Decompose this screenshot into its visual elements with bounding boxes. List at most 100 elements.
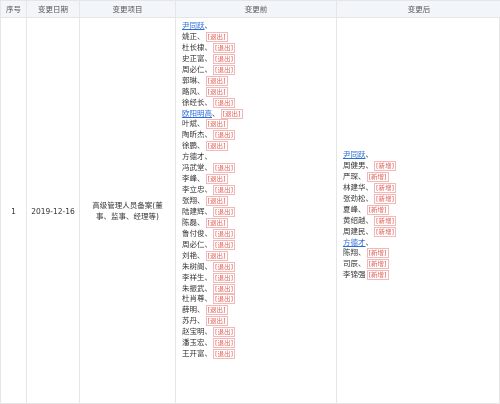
status-badge: [退出] (205, 196, 228, 206)
separator: 、 (204, 42, 213, 52)
person-name: 周必仁 (182, 239, 205, 249)
person-row: 周建民、 [新增] (343, 226, 397, 238)
person-name: 李锦强 (343, 270, 366, 280)
person-name: 徐鹏 (182, 141, 197, 151)
separator: 、 (204, 283, 213, 293)
person-link[interactable]: 尹同跃 (343, 150, 366, 159)
separator: 、 (197, 250, 205, 260)
header-item: 变更项目 (80, 1, 176, 18)
status-badge: [新增] (366, 248, 389, 259)
status-badge: [退出] (213, 53, 236, 64)
status-badge: [退出] (205, 174, 228, 185)
status-badge: [退出] (213, 42, 236, 53)
person-name: 林建华 (343, 182, 366, 192)
row-index: 1 (1, 18, 27, 404)
person-name: 司辰 (343, 259, 358, 269)
person-row: 朱振武、 [退出] (182, 283, 243, 295)
person-name: 郭琳 (182, 75, 197, 85)
status-badge: [退出] (205, 217, 228, 228)
status-badge: [退出] (213, 272, 236, 283)
separator: 、 (197, 75, 205, 85)
person-row: 杜肖尊、 [退出] (182, 294, 243, 305)
status-badge: [退出] (213, 206, 236, 217)
separator: 、 (197, 196, 205, 205)
separator: 、 (204, 206, 213, 216)
person-row: 薛明、 [退出] (182, 305, 243, 316)
status-badge: [新增] (366, 259, 389, 270)
status-badge: [退出] (205, 316, 228, 327)
person-name: 周健男 (343, 160, 366, 170)
header-date: 变更日期 (27, 1, 80, 18)
status-badge: [退出] (205, 250, 228, 261)
person-row: 路风、 [退出] (182, 86, 243, 98)
separator: 、 (204, 97, 213, 107)
person-row: 徐鹏、 [退出] (182, 141, 243, 152)
after-cell: 尹同跃、 周健男、 [新增] 严琛、 [新增] 林建华、 [新增] 张劲松、 [新增] 夏峰、 [新… (337, 18, 500, 404)
person-row: 史正富、 [退出] (182, 53, 243, 65)
person-link[interactable]: 方德才 (343, 238, 366, 247)
separator: 、 (197, 217, 205, 227)
separator: 、 (197, 119, 205, 129)
person-row: 徐经长、 [退出] (182, 97, 243, 109)
status-badge: [退出] (205, 86, 228, 97)
person-name: 张翔 (182, 196, 197, 205)
status-badge: [退出] (213, 97, 236, 108)
separator: 、 (204, 261, 213, 271)
person-name: 李峰 (182, 174, 197, 184)
status-badge: [新增] (366, 204, 389, 215)
person-name: 潘玉宏 (182, 338, 205, 348)
person-row: 郭琳、 [退出] (182, 75, 243, 87)
status-badge: [退出] (213, 163, 236, 174)
person-name: 杜肖尊 (182, 294, 205, 304)
person-name: 薛明 (182, 305, 197, 315)
status-badge: [退出] (205, 141, 228, 152)
person-row: 潘玉宏、 [退出] (182, 338, 243, 349)
person-row: 黄绍越、 [新增] (343, 215, 397, 227)
status-badge: [退出] (213, 261, 236, 272)
separator: 、 (197, 141, 205, 151)
person-row: 姚正、 [退出] (182, 31, 243, 43)
person-name: 张劲松 (343, 193, 366, 203)
person-name: 杜长棣 (182, 42, 205, 52)
separator: 、 (204, 130, 213, 140)
person-row: 李峰、 [退出] (182, 174, 243, 185)
status-badge: [新增] (374, 193, 397, 204)
status-badge: [退出] (213, 327, 236, 338)
header-before: 变更前 (176, 1, 337, 18)
person-row: 李锦强 [新增] (343, 270, 396, 281)
person-name: 史正富 (182, 53, 205, 63)
person-name: 刘艳 (182, 250, 197, 260)
person-name: 路风 (182, 86, 197, 96)
person-name: 陈磊 (182, 217, 197, 227)
status-badge: [退出] (205, 119, 228, 130)
separator: 、 (197, 86, 205, 96)
person-name: 黄绍越 (343, 215, 366, 225)
separator: 、 (365, 150, 374, 159)
status-badge: [退出] (205, 31, 228, 42)
person-row: 赵宝明、 [退出] (182, 327, 243, 338)
separator: 、 (204, 338, 213, 348)
person-name: 周建民 (343, 226, 366, 236)
person-row: 尹同跃、 (343, 150, 396, 161)
person-row: 李立忠、 [退出] (182, 185, 243, 196)
separator: 、 (365, 237, 374, 247)
person-row: 朱树阁、 [退出] (182, 261, 243, 273)
status-badge: [新增] (366, 171, 389, 182)
person-name: 赵宝明 (182, 327, 205, 337)
after-list: 尹同跃、 周健男、 [新增] 严琛、 [新增] 林建华、 [新增] 张劲松、 [新增] 夏峰、 [新… (343, 150, 397, 281)
separator: 、 (204, 185, 213, 195)
separator: 、 (212, 108, 220, 118)
person-name: 鲁付俊 (182, 228, 205, 238)
person-row: 陈磊、 [退出] (182, 217, 243, 229)
status-badge: [新增] (366, 270, 389, 281)
person-row: 张翔、 [退出] (182, 196, 243, 207)
separator: 、 (204, 327, 213, 337)
person-row: 叶斌、 [退出] (182, 119, 243, 130)
person-link[interactable]: 尹同跃 (182, 21, 205, 30)
header-after: 变更后 (337, 1, 500, 18)
change-record-table: 序号 变更日期 变更项目 变更前 变更后 1 2019-12-16 高级管理人员… (0, 0, 500, 404)
person-row: 陶昕杰、 [退出] (182, 130, 243, 141)
person-name: 姚正 (182, 31, 197, 41)
person-link[interactable]: 欧阳明高 (182, 109, 212, 118)
separator: 、 (204, 272, 213, 282)
